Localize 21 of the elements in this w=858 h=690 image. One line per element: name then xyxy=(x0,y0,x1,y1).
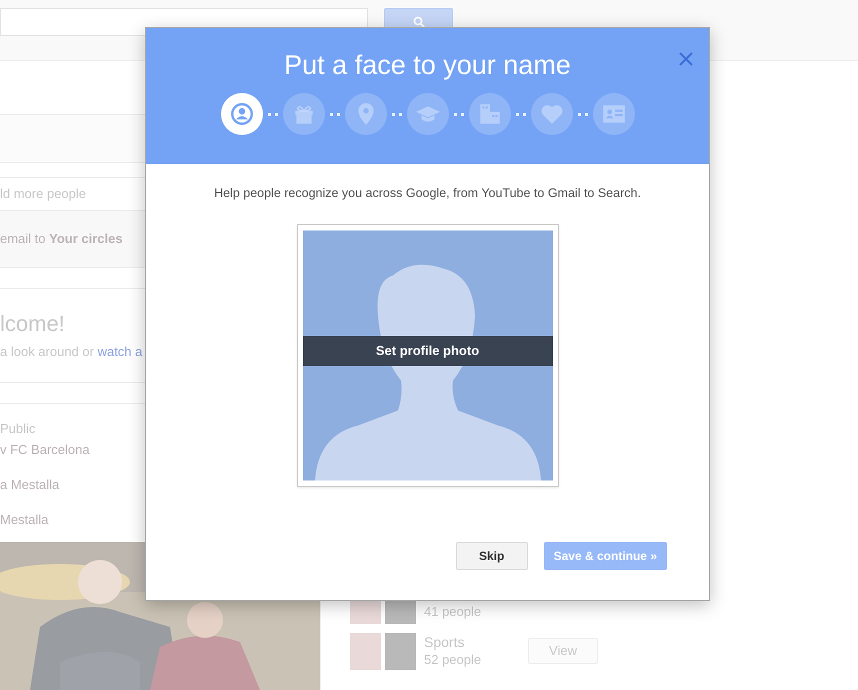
skip-button[interactable]: Skip xyxy=(456,542,528,570)
community-thumbnail xyxy=(385,632,416,670)
community-thumbnail xyxy=(350,632,381,670)
post-line: Mestalla xyxy=(0,513,50,526)
share-hint: email to Your circles xyxy=(0,230,123,248)
post-line: a Mestalla xyxy=(0,478,60,491)
step-button[interactable] xyxy=(406,93,448,136)
step-button[interactable] xyxy=(592,93,634,136)
community-thumbnail xyxy=(385,600,416,624)
set-photo-button[interactable]: Set profile photo xyxy=(302,336,552,366)
community-thumbnail xyxy=(350,600,381,624)
post-line: v FC Barcelona xyxy=(0,443,91,456)
step-button[interactable] xyxy=(468,93,510,136)
watch-link[interactable]: watch a xyxy=(98,344,142,359)
dialog-description: Help people recognize you across Google, from YouTube to Gmail to Search. xyxy=(213,185,642,202)
profile-icon xyxy=(228,101,254,128)
step-button[interactable] xyxy=(530,93,572,136)
step-button[interactable] xyxy=(220,93,262,136)
dialog-title: Put a face to your name xyxy=(283,49,572,82)
step-button[interactable] xyxy=(282,93,324,136)
step-button[interactable] xyxy=(344,93,386,136)
